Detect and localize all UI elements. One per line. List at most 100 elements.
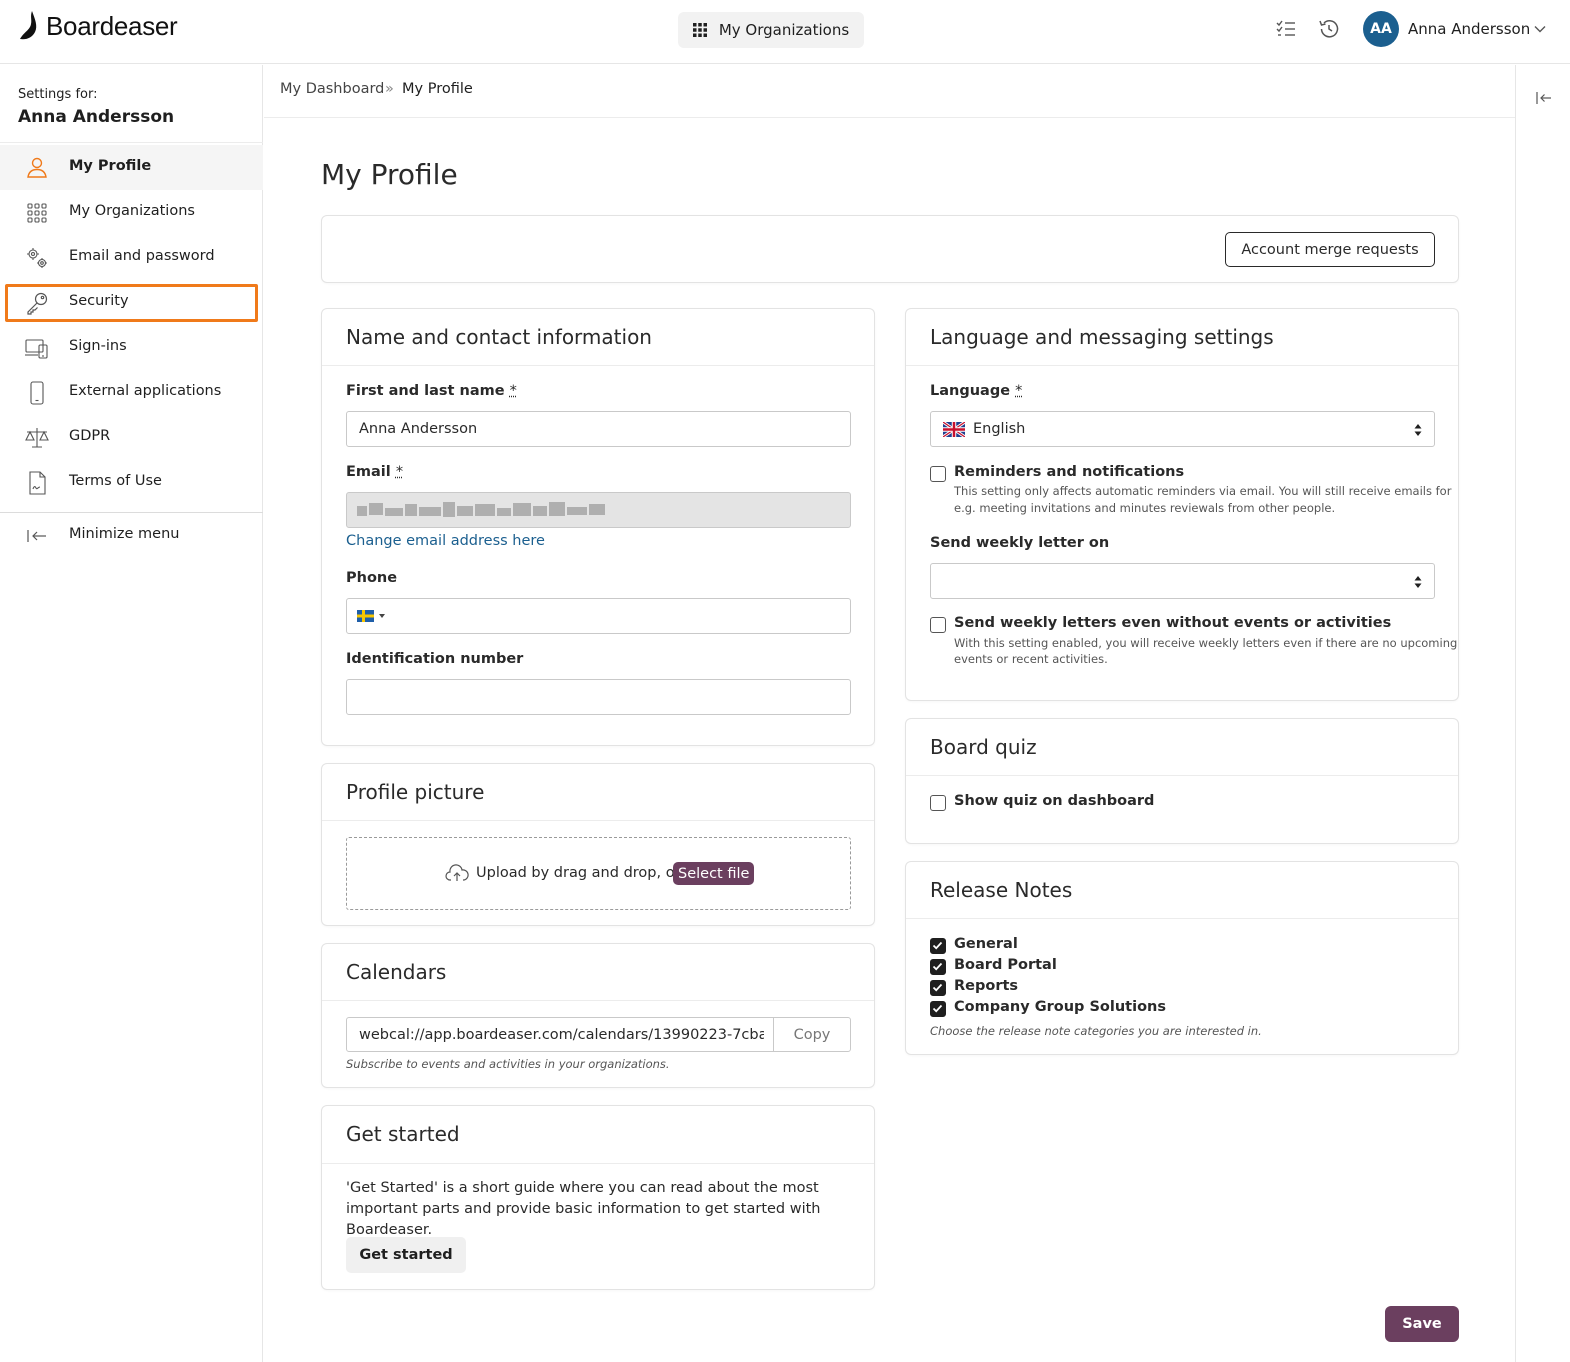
copy-button[interactable]: Copy — [773, 1018, 850, 1051]
language-settings-card: Language and messaging settings Language… — [905, 308, 1459, 701]
save-button[interactable]: Save — [1385, 1306, 1459, 1342]
select-file-button[interactable]: Select file — [673, 862, 755, 885]
id-field-label: Identification number — [346, 651, 524, 667]
account-merge-card: Account merge requests — [321, 215, 1459, 283]
email-input — [346, 492, 851, 528]
release-reports-checkbox[interactable] — [930, 980, 946, 996]
release-notes-title: Release Notes — [930, 878, 1073, 902]
my-organizations-label: My Organizations — [718, 21, 850, 39]
sidebar-item-gdpr[interactable]: GDPR — [0, 415, 263, 460]
settings-sidebar: Settings for: Anna Andersson My Profile … — [0, 65, 263, 1362]
language-select[interactable]: English — [930, 411, 1435, 447]
calendar-url-input[interactable]: webcal://app.boardeaser.com/calendars/13… — [359, 1027, 764, 1043]
sidebar-item-sign-ins[interactable]: Sign-ins — [0, 325, 263, 370]
sidebar-item-external-applications[interactable]: External applications — [0, 370, 263, 415]
release-company-group-checkbox[interactable] — [930, 1001, 946, 1017]
settings-for-label: Settings for: — [18, 87, 98, 102]
get-started-button[interactable]: Get started — [346, 1237, 466, 1273]
breadcrumb-link-dashboard[interactable]: My Dashboard — [280, 81, 384, 97]
boardeaser-logo-icon — [20, 11, 37, 40]
sidebar-item-email-and-password[interactable]: Email and password — [0, 235, 263, 280]
identification-input[interactable] — [346, 679, 851, 715]
collapse-left-icon — [27, 530, 46, 542]
reminders-checkbox[interactable] — [930, 466, 946, 482]
breadcrumb: My Dashboard » My Profile — [264, 65, 1515, 118]
upload-drop-zone[interactable]: Upload by drag and drop, or Select file — [346, 837, 851, 910]
sidebar-item-label: My Organizations — [69, 203, 195, 219]
user-name[interactable]: Anna Andersson — [1408, 20, 1530, 38]
weekly-letter-label: Send weekly letter on — [930, 535, 1110, 551]
phone-field-label: Phone — [346, 570, 398, 586]
history-icon[interactable] — [1317, 17, 1341, 41]
sidebar-item-label: Terms of Use — [69, 473, 162, 489]
phone-icon — [30, 381, 44, 405]
scales-icon — [25, 428, 49, 448]
sidebar-item-label: My Profile — [69, 158, 152, 174]
sidebar-item-label: Email and password — [69, 248, 215, 264]
reminders-help-line: e.g. meeting invitations and minutes rev… — [954, 501, 1336, 515]
calendar-url-group: webcal://app.boardeaser.com/calendars/13… — [346, 1017, 851, 1052]
breadcrumb-current: My Profile — [402, 81, 473, 97]
sidebar-item-my-profile[interactable]: My Profile — [0, 145, 263, 190]
name-input[interactable]: Anna Andersson — [346, 411, 851, 447]
get-started-card: Get started 'Get Started' is a short gui… — [321, 1105, 875, 1290]
release-company-group-label: Company Group Solutions — [954, 999, 1166, 1015]
right-rail — [1515, 65, 1570, 1362]
required-mark: * — [509, 383, 517, 399]
weekly-even-help-line: With this setting enabled, you will rece… — [954, 636, 1458, 650]
change-email-link[interactable]: Change email address here — [346, 533, 545, 549]
calendars-title: Calendars — [346, 960, 447, 984]
my-organizations-button[interactable]: My Organizations — [678, 12, 864, 48]
release-general-checkbox[interactable] — [930, 938, 946, 954]
chevron-down-icon[interactable] — [1533, 22, 1547, 36]
checkmark-icon — [932, 983, 943, 992]
country-flag-selector[interactable] — [357, 610, 387, 622]
calendar-help-text: Subscribe to events and activities in yo… — [346, 1057, 670, 1071]
security-highlight-box — [5, 284, 258, 322]
top-header: Boardeaser My Organizations AA Anna Ande… — [0, 0, 1570, 64]
gears-icon — [27, 248, 47, 268]
required-mark: * — [395, 464, 404, 480]
account-merge-requests-button[interactable]: Account merge requests — [1225, 232, 1435, 267]
brand-logo[interactable]: Boardeaser — [18, 10, 178, 42]
name-field-label: First and last name * — [346, 383, 517, 399]
language-settings-title: Language and messaging settings — [930, 325, 1274, 349]
person-icon — [27, 157, 47, 178]
phone-input[interactable] — [346, 598, 851, 634]
release-board-portal-checkbox[interactable] — [930, 959, 946, 975]
get-started-description: 'Get Started' is a short guide where you… — [346, 1180, 821, 1238]
task-list-icon[interactable] — [1274, 17, 1298, 41]
brand-name: Boardeaser — [46, 10, 178, 41]
reminders-label: Reminders and notifications — [954, 464, 1185, 480]
uk-flag-icon — [943, 422, 965, 437]
breadcrumb-separator: » — [385, 81, 394, 97]
grid-icon — [27, 203, 47, 223]
required-mark: * — [1015, 383, 1023, 399]
release-board-portal-label: Board Portal — [954, 957, 1057, 973]
board-quiz-title: Board quiz — [930, 735, 1037, 759]
language-value: English — [973, 421, 1026, 437]
profile-picture-card: Profile picture Upload by drag and drop,… — [321, 763, 875, 926]
devices-icon — [25, 339, 48, 359]
sidebar-item-terms-of-use[interactable]: Terms of Use — [0, 460, 263, 505]
weekly-letter-select[interactable] — [930, 563, 1435, 599]
cloud-upload-icon — [445, 864, 469, 881]
profile-picture-title: Profile picture — [346, 780, 485, 804]
show-quiz-checkbox[interactable] — [930, 795, 946, 811]
weekly-even-label: Send weekly letters even without events … — [954, 615, 1392, 631]
minimize-menu-button[interactable]: Minimize menu — [0, 513, 263, 558]
sidebar-item-label: External applications — [69, 383, 222, 399]
sidebar-item-label: Sign-ins — [69, 338, 127, 354]
release-notes-help: Choose the release note categories you a… — [930, 1024, 1262, 1038]
document-icon — [29, 471, 46, 495]
checkmark-icon — [932, 1004, 943, 1013]
avatar[interactable]: AA — [1363, 11, 1399, 47]
collapse-left-icon[interactable] — [1535, 89, 1553, 107]
language-label-text: Language — [930, 383, 1011, 399]
sidebar-item-my-organizations[interactable]: My Organizations — [0, 190, 263, 235]
reminders-help-line: This setting only affects automatic remi… — [954, 484, 1452, 498]
release-notes-card: Release Notes General Board Portal Repor… — [905, 861, 1459, 1055]
card-divider — [322, 365, 874, 366]
page-title: My Profile — [321, 158, 458, 191]
weekly-even-checkbox[interactable] — [930, 617, 946, 633]
